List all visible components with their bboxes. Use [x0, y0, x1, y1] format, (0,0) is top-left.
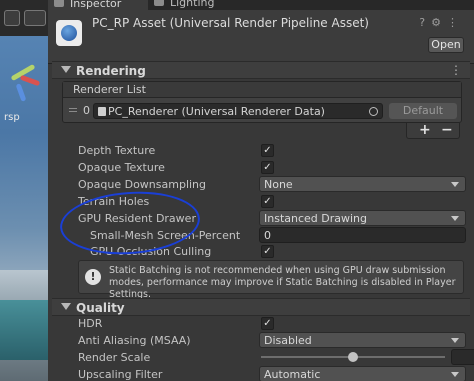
rendering-section-label: Rendering: [76, 64, 146, 78]
tab-lighting[interactable]: Lighting: [148, 0, 228, 10]
quality-section-label: Quality: [76, 301, 125, 315]
render-scale-input[interactable]: 1: [451, 349, 474, 365]
opaque-texture-label: Opaque Texture: [78, 161, 165, 174]
gpu-occlusion-row: GPU Occlusion Culling ✓: [78, 243, 468, 260]
terrain-holes-row: Terrain Holes ✓: [78, 193, 468, 210]
renderer-list-header: Renderer List: [63, 82, 461, 98]
asset-header: PC_RP Asset (Universal Render Pipeline A…: [48, 10, 474, 64]
foldout-open-icon[interactable]: [61, 303, 71, 310]
anti-aliasing-label: Anti Aliasing (MSAA): [78, 334, 191, 347]
opaque-downsampling-row: Opaque Downsampling None: [78, 176, 468, 193]
hdr-label: HDR: [78, 317, 103, 330]
renderer-index: 0: [83, 104, 90, 117]
default-button[interactable]: Default: [389, 103, 457, 119]
renderer-object-field[interactable]: PC_Renderer (Universal Renderer Data): [93, 103, 383, 119]
chevron-down-icon: [451, 372, 459, 377]
chevron-down-icon: [451, 182, 459, 187]
chevron-down-icon: [451, 338, 459, 343]
inspector-panel: Inspector Lighting PC_RP Asset (Universa…: [48, 0, 474, 381]
gizmo-z-axis-icon: [15, 83, 27, 102]
section-menu-icon[interactable]: ⋮: [450, 63, 462, 77]
opaque-downsampling-dropdown[interactable]: None: [259, 176, 466, 192]
small-mesh-value: 0: [264, 229, 271, 242]
hdr-row: HDR ✓: [78, 315, 468, 332]
renderer-list: Renderer List 0 PC_Renderer (Universal R…: [62, 81, 462, 123]
drag-handle-icon[interactable]: [69, 108, 77, 109]
dropdown-value: Instanced Drawing: [264, 212, 368, 225]
dropdown-value: Disabled: [264, 334, 312, 347]
scene-water: [0, 300, 48, 360]
depth-texture-checkbox[interactable]: ✓: [261, 144, 274, 157]
gpu-resident-drawer-label: GPU Resident Drawer: [78, 212, 196, 225]
small-mesh-row: Small-Mesh Screen-Percent 0: [78, 227, 468, 244]
tab-lighting-label: Lighting: [170, 0, 215, 9]
lighting-icon: [154, 0, 164, 6]
render-scale-slider[interactable]: 1: [259, 349, 474, 365]
list-item[interactable]: 0 PC_Renderer (Universal Renderer Data) …: [63, 102, 461, 120]
list-add-remove: + −: [406, 122, 460, 139]
settings-icon[interactable]: ⚙: [431, 16, 447, 29]
gpu-occlusion-label: GPU Occlusion Culling: [90, 245, 212, 258]
opaque-texture-checkbox[interactable]: ✓: [261, 161, 274, 174]
depth-texture-label: Depth Texture: [78, 144, 156, 157]
scene-view[interactable]: rsp: [0, 0, 48, 381]
remove-renderer-button[interactable]: −: [441, 122, 453, 138]
foldout-open-icon[interactable]: [61, 66, 71, 73]
upscaling-filter-label: Upscaling Filter: [78, 368, 163, 381]
dropdown-value: None: [264, 178, 293, 191]
anti-aliasing-row: Anti Aliasing (MSAA) Disabled: [78, 332, 468, 349]
asset-file-icon: [98, 107, 106, 116]
gpu-occlusion-checkbox[interactable]: ✓: [261, 245, 274, 258]
rendering-section-header[interactable]: Rendering ⋮: [52, 61, 470, 79]
static-batching-helpbox: ! Static Batching is not recommended whe…: [78, 260, 464, 300]
asset-title: PC_RP Asset (Universal Render Pipeline A…: [92, 16, 369, 30]
renderer-name: PC_Renderer (Universal Renderer Data): [108, 105, 325, 118]
helpbox-text: Static Batching is not recommended when …: [109, 265, 456, 300]
terrain-holes-checkbox[interactable]: ✓: [261, 195, 274, 208]
perspective-label[interactable]: rsp: [4, 112, 20, 123]
info-icon: !: [85, 269, 101, 285]
header-actions[interactable]: ?⚙⋮: [419, 16, 464, 29]
upscaling-filter-dropdown[interactable]: Automatic: [259, 366, 466, 381]
help-icon[interactable]: ?: [419, 16, 431, 29]
render-scale-label: Render Scale: [78, 351, 151, 364]
depth-texture-row: Depth Texture ✓: [78, 142, 468, 159]
move-tool-icon[interactable]: [4, 10, 20, 26]
tab-inspector-label: Inspector: [70, 0, 122, 10]
object-picker-icon[interactable]: [369, 107, 378, 116]
anti-aliasing-dropdown[interactable]: Disabled: [259, 332, 466, 348]
render-scale-row: Render Scale 1: [78, 349, 474, 366]
opaque-downsampling-label: Opaque Downsampling: [78, 178, 207, 191]
scene-toolbar: [0, 0, 48, 36]
opaque-texture-row: Opaque Texture ✓: [78, 159, 468, 176]
upscaling-filter-row: Upscaling Filter Automatic: [78, 366, 468, 381]
gizmo-x-axis-icon: [19, 74, 41, 87]
small-mesh-input[interactable]: 0: [259, 227, 466, 243]
gpu-resident-drawer-row: GPU Resident Drawer Instanced Drawing: [78, 210, 468, 227]
globe-icon: [61, 25, 77, 41]
hdr-checkbox[interactable]: ✓: [261, 317, 274, 330]
gpu-resident-drawer-dropdown[interactable]: Instanced Drawing: [259, 210, 466, 226]
quality-section-header[interactable]: Quality: [52, 298, 470, 316]
chevron-down-icon: [451, 216, 459, 221]
add-renderer-button[interactable]: +: [419, 122, 431, 138]
dropdown-value: Automatic: [264, 368, 321, 381]
view-options-icon[interactable]: [24, 10, 46, 26]
open-button[interactable]: Open: [428, 37, 464, 53]
slider-handle[interactable]: [348, 352, 358, 362]
inspector-icon: [54, 0, 64, 7]
tab-bar: Inspector Lighting: [48, 0, 474, 10]
more-menu-icon[interactable]: ⋮: [447, 16, 464, 29]
tab-inspector[interactable]: Inspector: [48, 0, 148, 10]
urp-asset-icon: [56, 20, 82, 46]
small-mesh-label: Small-Mesh Screen-Percent: [90, 229, 241, 242]
terrain-holes-label: Terrain Holes: [78, 195, 150, 208]
